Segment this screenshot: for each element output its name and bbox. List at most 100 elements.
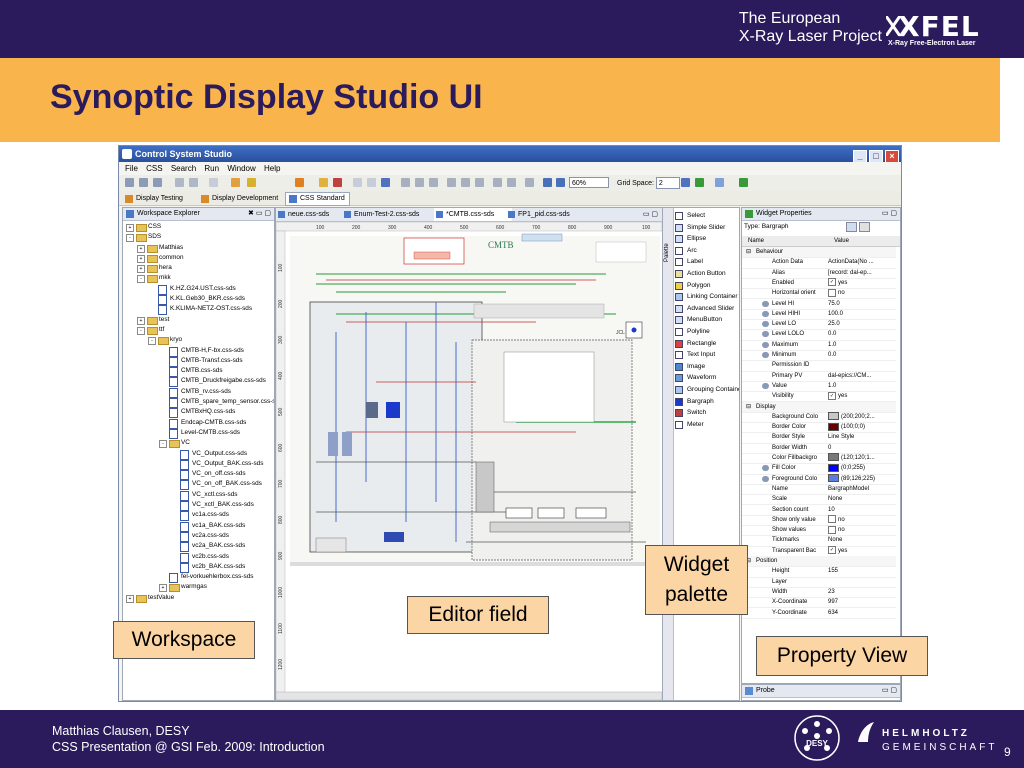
property-value[interactable]: Line Style [828,432,896,442]
dynamics-icon[interactable] [762,465,769,472]
back-icon[interactable] [209,178,218,187]
tree-file-item[interactable]: VC_Output_BAK.css-sds [123,459,273,470]
collapse-icon[interactable]: - [137,326,145,335]
menu-search[interactable]: Search [171,164,196,173]
align-right-icon[interactable] [429,178,438,187]
expand-icon[interactable]: + [137,244,145,253]
layer-icon[interactable] [525,178,534,187]
menu-help[interactable]: Help [264,164,280,173]
dynamics-icon[interactable] [762,475,769,482]
property-value[interactable]: 75.0 [828,299,896,309]
dynamics-icon[interactable] [762,310,769,317]
property-checkbox[interactable] [828,525,836,534]
property-value[interactable]: 155 [828,566,896,576]
property-value[interactable]: (200;200;2... [828,412,896,422]
workspace-explorer-tab[interactable]: Workspace Explorer ✖ ▭ ▢ [123,208,274,221]
tree-folder-item[interactable]: + common [123,253,273,263]
ruler-icon[interactable] [381,178,390,187]
property-value[interactable]: ActionData(No ... [828,257,896,267]
property-value[interactable]: ✓ yes [828,278,896,288]
tree-file-item[interactable]: vc2a.css-sds [123,531,273,542]
property-value[interactable]: [record: dal-ep... [828,268,896,278]
menu-run[interactable]: Run [204,164,219,173]
tree-file-item[interactable]: CMTB-Transf.css-sds [123,356,273,367]
tree-file-item[interactable]: CMTB_Druckfreigabe.css-sds [123,376,273,388]
editor-panel-controls[interactable]: ▭ ▢ [643,208,658,221]
tree-folder-item[interactable]: - ttf [123,325,273,335]
property-value[interactable]: ✓ yes [828,546,896,556]
expand-icon[interactable]: + [126,224,134,232]
palette-item[interactable]: MenuButton [675,314,722,326]
tree-folder-item[interactable]: - kryo [123,335,273,346]
undo-icon[interactable] [175,178,184,187]
grid-icon[interactable] [353,178,362,187]
grid-space-input[interactable]: 2 [655,177,680,189]
palette-item[interactable]: Rectangle [675,338,716,350]
palette-item[interactable]: Image [675,361,705,373]
match-height-icon[interactable] [507,178,516,187]
tree-file-item[interactable]: Level-CMTB.css-sds [123,428,273,439]
property-value[interactable]: (120;120;1... [828,453,896,463]
property-value[interactable]: 23 [828,587,896,597]
tree-folder-item[interactable]: - SDS [123,232,273,243]
palette-item[interactable]: Waveform [675,372,716,384]
tree-file-item[interactable]: vc1a_BAK.css-sds [123,521,273,532]
save-icon[interactable] [139,178,148,187]
run-display-icon[interactable] [695,178,704,187]
collapse-icon[interactable]: ⊟ [746,247,751,257]
tree-file-item[interactable]: VC_xctl.css-sds [123,490,273,501]
tree-folder-item[interactable]: - VC [123,438,273,449]
tree-file-item[interactable]: vc1a.css-sds [123,510,273,522]
property-checkbox[interactable] [828,515,836,524]
palette-item[interactable]: Meter [675,419,704,431]
property-value[interactable]: ✓ yes [828,391,896,401]
property-value[interactable]: 1.0 [828,340,896,350]
panel-controls[interactable]: ▭ ▢ [882,685,897,697]
palette-item[interactable]: Grouping Container [675,384,739,396]
palette-item[interactable]: Linking Container [675,291,738,303]
menu-css[interactable]: CSS [146,164,162,173]
properties-icon[interactable] [715,178,724,187]
property-checkbox[interactable]: ✓ [828,546,836,555]
delete-icon[interactable] [333,178,342,187]
widget-properties-tab[interactable]: Widget Properties ▭ ▢ [742,208,900,221]
expand-icon[interactable]: + [137,254,145,263]
sort-icon[interactable] [846,222,857,232]
collapse-icon[interactable]: - [148,337,156,346]
collapse-icon[interactable]: - [159,440,167,449]
tree-file-item[interactable]: vc2b.css-sds [123,552,273,563]
editor-horizontal-scrollbar[interactable] [276,691,662,700]
edit-icon[interactable] [247,178,256,187]
palette-item[interactable]: Arc [675,245,697,257]
panel-controls[interactable]: ✖ ▭ ▢ [248,208,271,220]
dynamics-icon[interactable] [762,331,769,338]
property-row[interactable]: Y-Coordinate 634 [742,608,896,619]
tree-file-item[interactable]: vc2b_BAK.css-sds [123,562,273,573]
zoom-select[interactable]: 60% [569,177,609,188]
property-checkbox[interactable]: ✓ [828,278,836,287]
dynamics-icon[interactable] [762,352,769,358]
tree-file-item[interactable]: K.KLIMA-NETZ-OST.css-sds [123,304,273,316]
property-value[interactable]: no [828,525,896,535]
tree-folder-item[interactable]: + testValue [123,593,273,603]
filter-icon[interactable] [858,222,870,232]
run-icon[interactable] [295,178,304,187]
probe-tab[interactable]: Probe ▭ ▢ [742,685,900,698]
property-value[interactable]: no [828,515,896,525]
print-icon[interactable] [153,178,162,187]
export-icon[interactable] [739,178,748,187]
tree-folder-item[interactable]: + hera [123,263,273,274]
panel-controls[interactable]: ▭ ▢ [882,208,897,220]
perspective-css-standard[interactable]: CSS Standard [285,192,350,206]
property-value[interactable]: no [828,288,896,298]
collapse-icon[interactable]: - [137,275,145,284]
tree-file-item[interactable]: VC_on_off_BAK.css-sds [123,479,273,491]
property-value[interactable]: 0.0 [828,350,896,360]
property-value[interactable]: None [828,494,896,504]
palette-item[interactable]: Bargraph [675,396,714,408]
expand-icon[interactable]: + [137,265,145,274]
tree-folder-item[interactable]: + warmgas [123,582,273,593]
tree-file-item[interactable]: Endcap-CMTB.css-sds [123,418,273,429]
property-value[interactable]: BargraphModel [828,484,896,494]
perspective-display-testing[interactable]: Display Testing [121,192,188,206]
